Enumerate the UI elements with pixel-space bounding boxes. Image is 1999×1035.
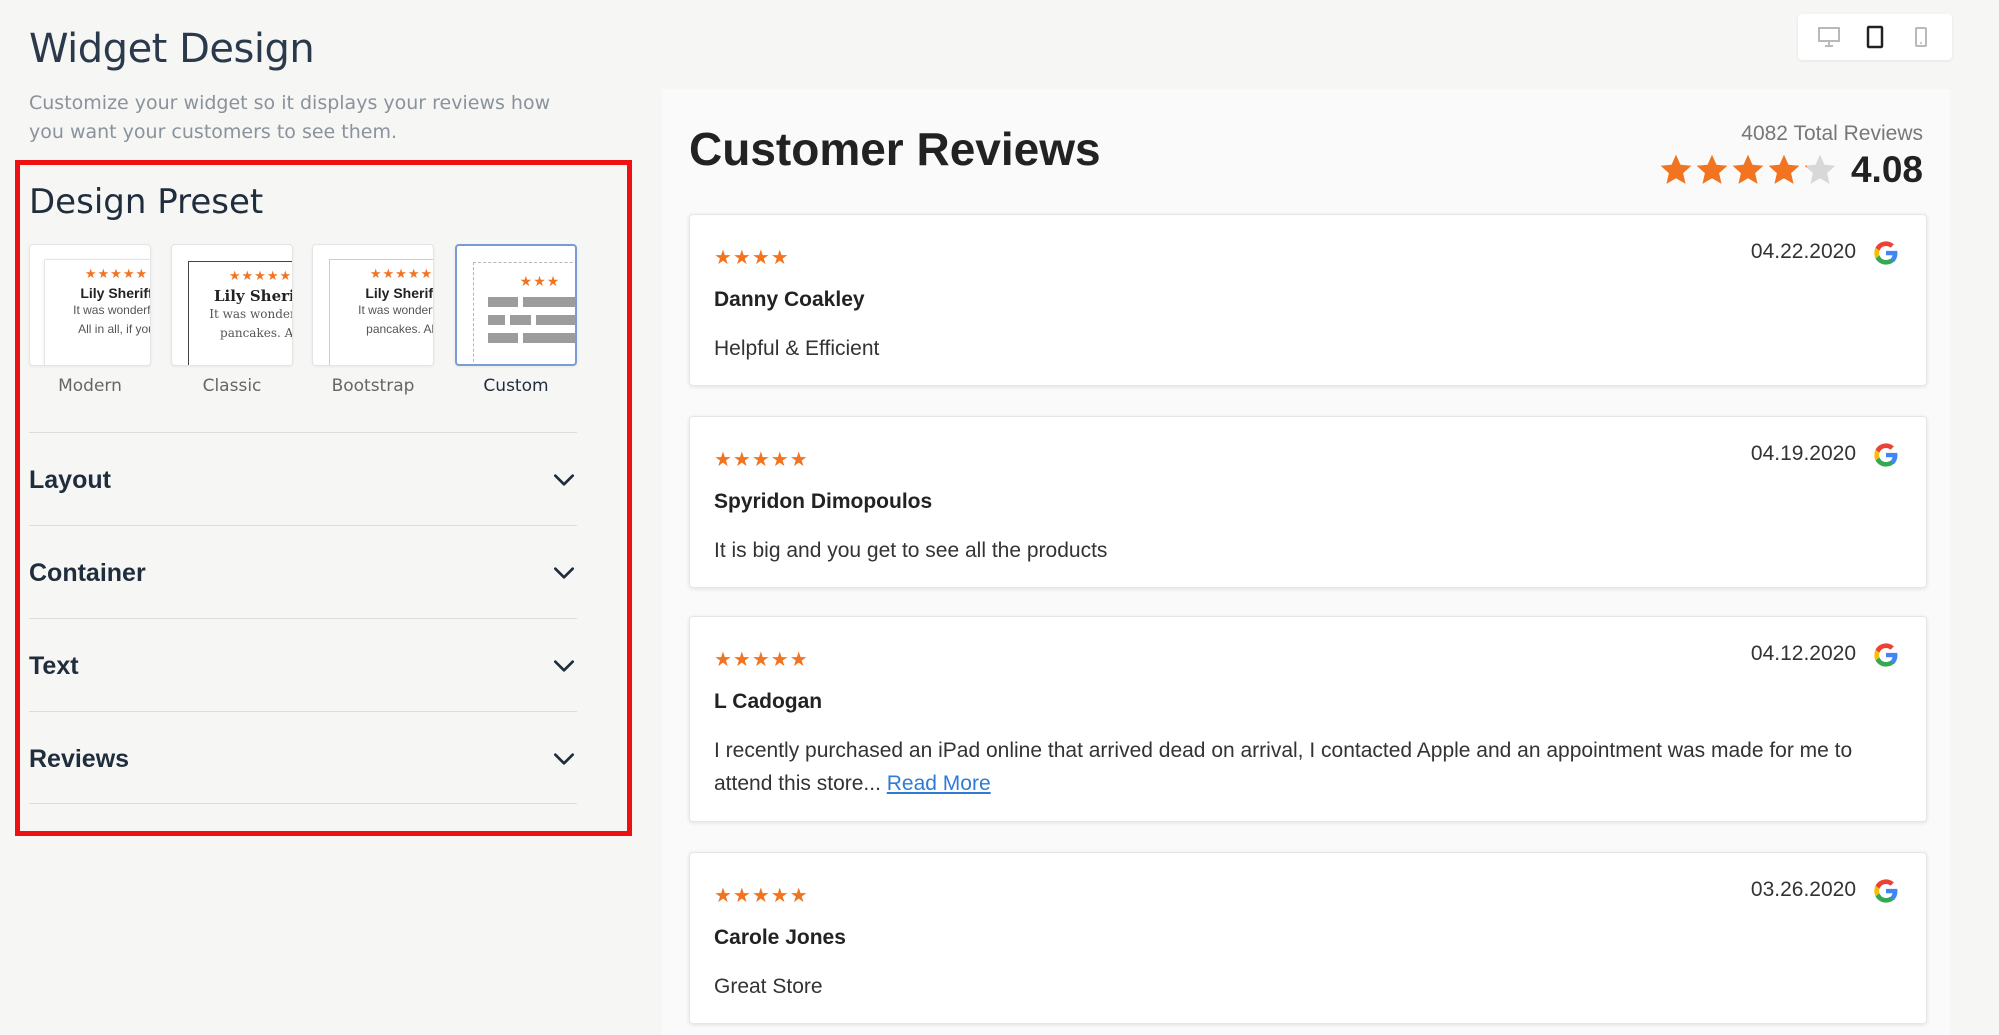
google-icon [1874,879,1898,903]
page-title: Widget Design [29,26,315,72]
review-author: L Cadogan [714,690,823,713]
review-card: ★★★★★ 04.12.2020 L Cadogan I recently pu… [689,616,1927,822]
review-author: Spyridon Dimopoulos [714,490,933,513]
google-icon [1874,643,1898,667]
mobile-view-button[interactable] [1906,22,1936,52]
review-card: ★★★★ 04.22.2020 Danny Coakley Helpful & … [689,214,1927,386]
accordion-label: Reviews [29,745,130,773]
desktop-view-button[interactable] [1814,22,1844,52]
thumb-name: Lily Sheriff [365,285,434,301]
preset-thumbnail: ★★★★★ Lily Sheriff It was wonderful All … [29,244,151,366]
thumb-name: Lily Sheriff [213,287,292,305]
thumb-text: All in all, if you [78,322,151,336]
review-text: Helpful & Efficient [714,337,880,360]
review-text: It is big and you get to see all the pro… [714,539,1108,562]
review-date: 04.12.2020 [1750,642,1856,665]
average-rating: 4.08 [1659,149,1923,191]
preset-modern[interactable]: ★★★★★ Lily Sheriff It was wonderful All … [29,244,151,396]
review-author: Carole Jones [714,926,846,949]
chevron-down-icon [553,474,575,486]
tablet-view-button[interactable] [1860,22,1890,52]
page-subtitle: Customize your widget so it displays you… [29,92,551,143]
mobile-icon [1915,27,1927,47]
review-date: 03.26.2020 [1750,878,1856,901]
review-body: Great Store [714,970,1894,1003]
widget-title: Customer Reviews [689,123,1101,175]
accordion-label: Text [29,652,79,680]
thumb-text: It was wonderful [209,307,292,321]
preset-label: Bootstrap [331,376,415,396]
design-preset-options: ★★★★★ Lily Sheriff It was wonderful All … [29,244,581,404]
accordion-container[interactable]: Container [29,525,577,618]
review-stars: ★★★★★ [714,885,809,907]
preset-label: Custom [483,376,549,396]
review-card: ★★★★★ 04.19.2020 Spyridon Dimopoulos It … [689,416,1927,588]
design-preset-title: Design Preset [29,182,264,222]
preset-custom[interactable]: ★★★ Custom [455,244,577,396]
thumb-name: Lily Sheriff [80,285,151,301]
thumb-text: It was wonderful [358,303,433,317]
thumb-stars: ★★★★★ [84,266,149,281]
thumb-text: pancakes. All [220,326,293,340]
preset-classic[interactable]: ★★★★★ Lily Sheriff It was wonderful panc… [171,244,293,396]
review-body: Helpful & Efficient [714,332,1894,365]
thumb-stars: ★★★★★ [228,268,293,283]
google-icon [1874,443,1898,467]
tablet-icon [1866,25,1884,49]
review-text: I recently purchased an iPad online that… [714,739,1853,795]
star-icon [1804,154,1836,184]
google-icon [1874,241,1898,265]
chevron-down-icon [553,660,575,672]
thumb-text: pancakes. All [366,322,434,336]
preset-thumbnail: ★★★ [455,244,577,366]
star-icon [1732,154,1764,184]
device-preview-toggle [1798,14,1952,60]
review-stars: ★★★★★ [714,649,809,671]
review-card: ★★★★★ 03.26.2020 Carole Jones Great Stor… [689,852,1927,1024]
accordion-text[interactable]: Text [29,618,577,711]
review-body: It is big and you get to see all the pro… [714,534,1894,567]
preset-label: Classic [202,376,262,396]
star-icon [1660,154,1692,184]
review-stars: ★★★★★ [714,449,809,471]
review-author: Danny Coakley [714,288,865,311]
chevron-down-icon [553,753,575,765]
preset-thumbnail: ★★★★★ Lily Sheriff It was wonderful panc… [171,244,293,366]
review-date: 04.19.2020 [1750,442,1856,465]
thumb-text: It was wonderful [73,303,151,317]
rating-stars [1659,153,1837,187]
desktop-icon [1818,27,1840,47]
star-icon [1696,154,1728,184]
rating-value: 4.08 [1850,149,1923,190]
review-stars: ★★★★ [714,247,790,269]
design-settings-accordion: Layout Container Text Reviews [29,432,577,804]
accordion-layout[interactable]: Layout [29,432,577,525]
preset-thumbnail: ★★★★★ Lily Sheriff It was wonderful panc… [312,244,434,366]
accordion-label: Container [29,559,146,587]
read-more-link[interactable]: Read More [887,772,991,795]
total-reviews: 4082 Total Reviews [1741,122,1923,145]
preset-label: Modern [58,376,122,396]
preset-bootstrap[interactable]: ★★★★★ Lily Sheriff It was wonderful panc… [312,244,434,396]
thumb-stars: ★★★★★ [369,266,434,281]
review-date: 04.22.2020 [1750,240,1856,263]
widget-preview: Customer Reviews 4082 Total Reviews 4.08… [662,89,1950,1035]
review-text: Great Store [714,975,823,998]
thumb-stars: ★★★ [519,273,561,289]
star-icon [1768,154,1800,184]
chevron-down-icon [553,567,575,579]
review-body: I recently purchased an iPad online that… [714,734,1894,800]
accordion-reviews[interactable]: Reviews [29,711,577,804]
accordion-label: Layout [29,466,111,494]
